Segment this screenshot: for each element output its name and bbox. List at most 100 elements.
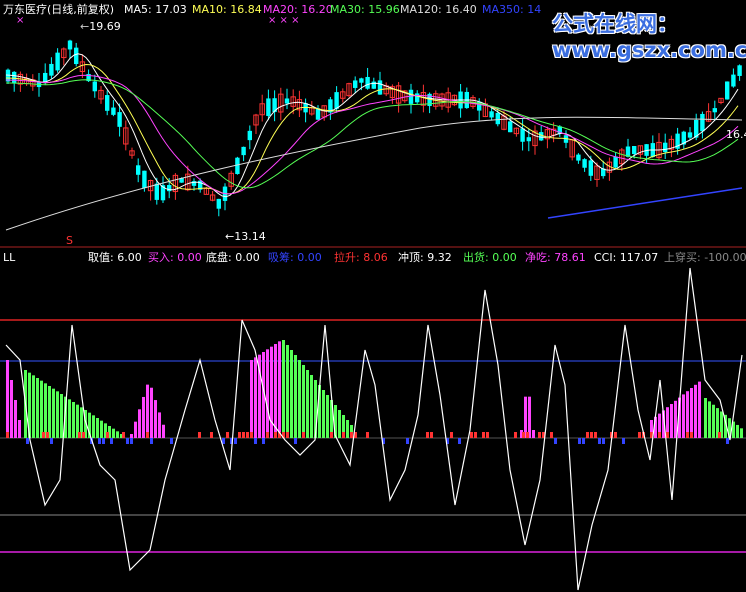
histogram-bar xyxy=(310,375,313,438)
base-bar-red xyxy=(430,432,433,438)
x-marker: × xyxy=(16,15,25,26)
candle-body xyxy=(526,137,531,142)
candle-body xyxy=(117,112,122,127)
chart-canvas[interactable] xyxy=(0,0,746,592)
candle-body xyxy=(663,142,668,153)
base-bar-red xyxy=(638,432,641,438)
high-price-label: ←19.69 xyxy=(80,20,121,33)
base-bar-red xyxy=(550,432,553,438)
base-bar-blue xyxy=(262,438,265,444)
candle-body xyxy=(365,76,370,89)
watermark: 公式在线网：www.gszx.com.cn xyxy=(552,12,746,62)
histogram-bar xyxy=(60,394,63,438)
histogram-bar xyxy=(44,383,47,438)
ma30-line xyxy=(6,79,739,189)
indicator-readout: 拉升: 8.06 xyxy=(334,251,388,264)
candle-body xyxy=(216,198,221,209)
sell-marker: S xyxy=(66,234,73,247)
indicator-readout: 取值: 6.00 xyxy=(88,251,142,264)
histogram-bar xyxy=(92,415,95,438)
candle-body xyxy=(353,80,358,88)
base-bar-red xyxy=(246,432,249,438)
xxx-marker: × × × xyxy=(268,15,300,26)
base-bar-blue xyxy=(110,438,113,444)
histogram-bar xyxy=(96,418,99,438)
histogram-bar xyxy=(686,391,689,438)
histogram-bar xyxy=(524,396,527,438)
indicator-readout: 底盘: 0.00 xyxy=(206,251,260,264)
histogram-bar xyxy=(68,399,71,438)
histogram-bar xyxy=(670,404,673,438)
indicator-readout: 冲顶: 9.32 xyxy=(398,251,452,264)
base-bar-red xyxy=(302,432,305,438)
candle-body xyxy=(55,52,60,71)
base-bar-red xyxy=(250,432,253,438)
base-bar-blue xyxy=(126,438,129,444)
base-bar-red xyxy=(426,432,429,438)
histogram-bar xyxy=(52,388,55,438)
histogram-bar xyxy=(142,396,145,438)
histogram-bar xyxy=(10,380,13,438)
ma-legend-item: MA5: 17.03 xyxy=(124,3,187,16)
histogram-bar xyxy=(278,341,281,438)
ma350-line xyxy=(547,187,743,219)
histogram-bar xyxy=(6,360,9,438)
candle-body xyxy=(632,146,637,154)
histogram-bar xyxy=(40,380,43,438)
indicator-panel[interactable] xyxy=(0,267,746,591)
base-bar-red xyxy=(482,432,485,438)
base-bar-red xyxy=(470,432,473,438)
histogram-bar xyxy=(72,402,75,438)
base-bar-blue xyxy=(150,438,153,444)
histogram-bar xyxy=(740,428,743,438)
indicator-readout: 买入: 0.00 xyxy=(148,251,202,264)
histogram-bar xyxy=(48,386,51,438)
base-bar-blue xyxy=(50,438,53,444)
histogram-bar xyxy=(294,355,297,438)
base-bar-blue xyxy=(602,438,605,444)
histogram-bar xyxy=(162,424,165,438)
candle-body xyxy=(613,156,618,168)
histogram-bar xyxy=(682,394,685,438)
indicator-readout: 出货: 0.00 xyxy=(463,251,517,264)
candle-body xyxy=(520,128,525,142)
histogram-bar xyxy=(528,396,531,438)
candle-body xyxy=(284,98,290,104)
candle-body xyxy=(154,183,159,200)
base-bar-red xyxy=(658,432,661,438)
candle-body xyxy=(582,159,587,168)
indicator-readout: CCI: 117.07 xyxy=(594,251,659,264)
histogram-bar xyxy=(112,428,115,438)
candle-body xyxy=(725,81,730,100)
base-bar-red xyxy=(614,432,617,438)
candle-body xyxy=(731,74,736,87)
histogram-bar xyxy=(322,390,325,438)
candle-body xyxy=(371,81,376,89)
histogram-bar xyxy=(56,391,59,438)
candle-body xyxy=(489,111,494,118)
price-panel[interactable] xyxy=(0,39,746,248)
base-bar-red xyxy=(274,432,277,438)
candle-body xyxy=(495,112,500,125)
histogram-bar xyxy=(150,387,153,438)
cci-line xyxy=(5,267,743,591)
histogram-bar xyxy=(698,381,701,438)
ma120-line xyxy=(5,116,743,231)
base-bar-red xyxy=(342,432,345,438)
histogram-bar xyxy=(130,434,133,438)
histogram-bar xyxy=(32,375,35,438)
base-bar-red xyxy=(82,432,85,438)
candle-body xyxy=(737,65,742,76)
base-bar-red xyxy=(330,432,333,438)
base-bar-red xyxy=(242,432,245,438)
histogram-bar xyxy=(694,384,697,438)
ma-legend-item: MA30: 15.96 xyxy=(330,3,400,16)
candle-body xyxy=(92,81,97,92)
right-price-label: 16.4 xyxy=(726,128,746,141)
candle-body xyxy=(588,160,593,176)
base-bar-red xyxy=(146,432,149,438)
base-bar-red xyxy=(586,432,589,438)
histogram-bar xyxy=(346,420,349,438)
candle-body xyxy=(334,92,339,109)
base-bar-red xyxy=(450,432,453,438)
